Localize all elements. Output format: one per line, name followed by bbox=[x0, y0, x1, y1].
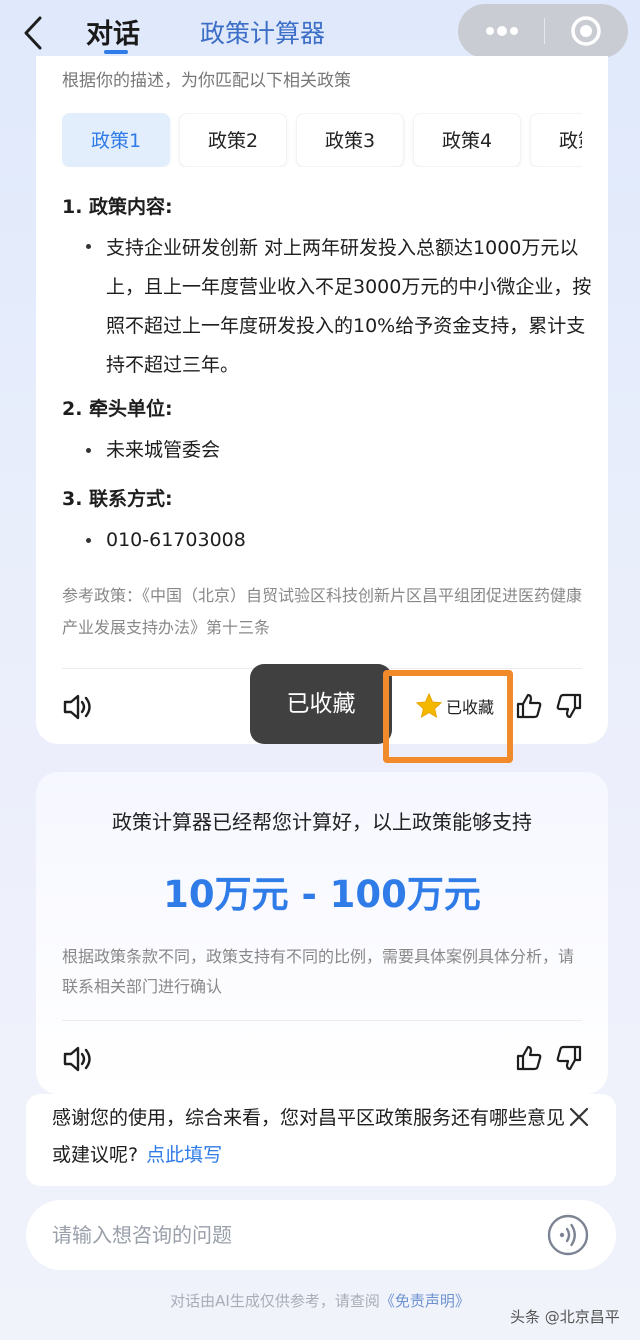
divider bbox=[62, 1020, 582, 1021]
close-circle-icon[interactable] bbox=[570, 15, 602, 47]
bullet bbox=[86, 448, 91, 453]
contact-text: 010-61703008 bbox=[106, 529, 246, 551]
calc-note: 根据政策条款不同，政策支持有不同的比例，需要具体案例具体分析，请联系相关部门进行… bbox=[62, 947, 575, 996]
calculator-result-card: 政策计算器已经帮您计算好，以上政策能够支持 10万元 - 100万元 根据政策条… bbox=[36, 772, 608, 1094]
survey-link[interactable]: 点此填写 bbox=[146, 1144, 222, 1166]
survey-prompt: 感谢您的使用，综合来看，您对昌平区政策服务还有哪些意见或建议呢? 点此填写 bbox=[26, 1094, 616, 1186]
tab-chat[interactable]: 对话 bbox=[86, 12, 140, 51]
lead-unit-text: 未来城管委会 bbox=[106, 439, 221, 461]
thumbs-down-icon[interactable] bbox=[556, 1044, 582, 1072]
thumbs-up-icon[interactable] bbox=[516, 1044, 542, 1072]
speaker-icon[interactable] bbox=[62, 692, 94, 722]
section-title-content: 1. 政策内容: bbox=[62, 196, 173, 218]
tab-policy-1[interactable]: 政策1 bbox=[62, 113, 170, 167]
survey-text-block: 感谢您的使用，综合来看，您对昌平区政策服务还有哪些意见或建议呢? 点此填写 bbox=[52, 1100, 572, 1174]
policy-card: 根据你的描述，为你匹配以下相关政策 政策1 政策2 政策3 政策4 政策5 1.… bbox=[36, 56, 608, 744]
active-tab-indicator bbox=[104, 50, 128, 54]
question-input-bar bbox=[26, 1200, 616, 1270]
policy-intro: 根据你的描述，为你匹配以下相关政策 bbox=[62, 71, 351, 91]
policy-content-text: 支持企业研发创新 对上两年研发投入总额达1000万元以上，且上一年度营业收入不足… bbox=[106, 237, 592, 376]
calc-title: 政策计算器已经帮您计算好，以上政策能够支持 bbox=[112, 810, 532, 834]
tab-policy-2[interactable]: 政策2 bbox=[179, 113, 287, 167]
voice-icon[interactable] bbox=[546, 1213, 590, 1257]
back-arrow-icon[interactable] bbox=[18, 14, 50, 52]
close-icon[interactable] bbox=[568, 1106, 590, 1128]
thumbs-down-icon[interactable] bbox=[556, 692, 582, 720]
reference-policy: 参考政策：《中国（北京）自贸试验区科技创新片区昌平组团促进医药健康产业发展支持办… bbox=[62, 586, 583, 637]
favorite-toast: 已收藏 bbox=[250, 664, 392, 744]
thumbs-up-icon[interactable] bbox=[516, 692, 542, 720]
watermark: 头条 @北京昌平 bbox=[510, 1308, 620, 1326]
section-title-lead-unit: 2. 牵头单位: bbox=[62, 398, 173, 420]
speaker-icon[interactable] bbox=[62, 1044, 94, 1074]
tab-policy-5[interactable]: 政策5 bbox=[530, 113, 582, 167]
calc-amount: 10万元 - 100万元 bbox=[163, 873, 481, 916]
tab-policy-3[interactable]: 政策3 bbox=[296, 113, 404, 167]
highlight-box bbox=[383, 670, 513, 763]
tab-calculator[interactable]: 政策计算器 bbox=[200, 14, 325, 50]
footer-text: 对话由AI生成仅供参考，请查阅 bbox=[170, 1292, 380, 1310]
section-title-contact: 3. 联系方式: bbox=[62, 488, 173, 510]
policy-tabs: 政策1 政策2 政策3 政策4 政策5 bbox=[62, 113, 582, 167]
bullet bbox=[86, 244, 91, 249]
capsule-divider bbox=[544, 18, 545, 44]
mini-program-capsule bbox=[458, 4, 628, 58]
survey-text: 感谢您的使用，综合来看，您对昌平区政策服务还有哪些意见或建议呢? bbox=[52, 1107, 566, 1166]
more-dots-icon[interactable] bbox=[482, 20, 522, 42]
tab-policy-4[interactable]: 政策4 bbox=[413, 113, 521, 167]
question-input[interactable] bbox=[52, 1216, 532, 1254]
bullet bbox=[86, 538, 91, 543]
disclaimer-link[interactable]: 《免责声明》 bbox=[380, 1292, 470, 1310]
